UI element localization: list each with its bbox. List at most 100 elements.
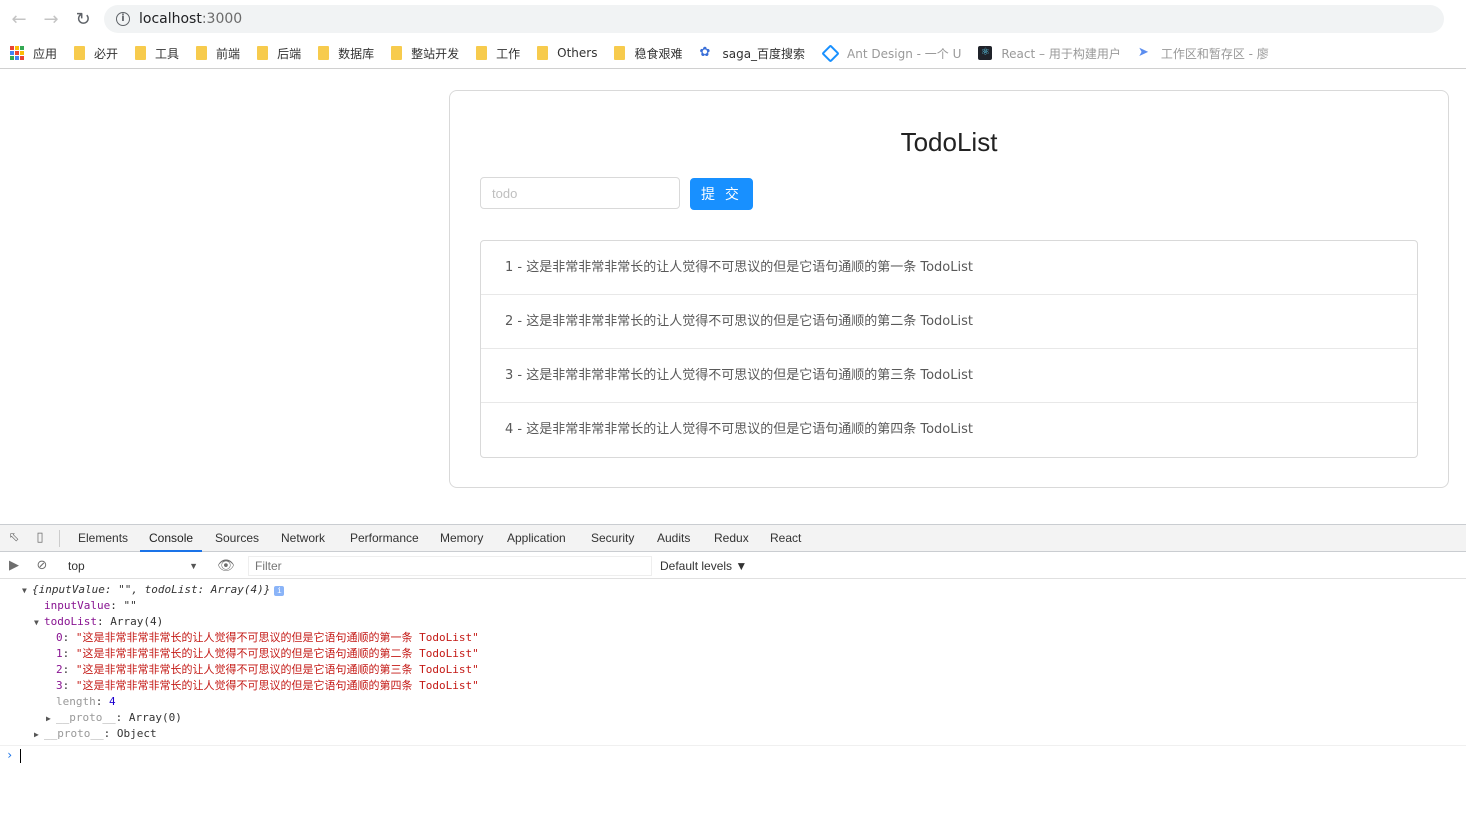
bookmark-liaoxuefeng[interactable]: ➤ 工作区和暂存区 - 廖	[1138, 45, 1269, 62]
bookmark-folder[interactable]: 前端	[196, 45, 240, 62]
array-index: 0	[56, 631, 63, 644]
array-value: "这是非常非常非常长的让人觉得不可思议的但是它语句通顺的第四条 TodoList…	[75, 679, 479, 692]
console-prompt[interactable]: ›	[0, 745, 1466, 765]
rocket-icon: ➤	[1137, 45, 1149, 60]
log-levels-select[interactable]: Default levels ▼	[660, 556, 747, 576]
bookmark-label: 整站开发	[411, 46, 460, 61]
devtools-tab-bar: ⬁ ▯ Elements Console Sources Network Per…	[0, 525, 1466, 552]
prompt-chevron-icon: ›	[6, 748, 14, 762]
bookmark-folder[interactable]: 工作	[476, 45, 520, 62]
array-value: "这是非常非常非常长的让人觉得不可思议的但是它语句通顺的第三条 TodoList…	[75, 663, 479, 676]
todolist-card: TodoList 提 交 1 - 这是非常非常非常长的让人觉得不可思议的但是它语…	[449, 90, 1449, 488]
bookmark-label: saga_百度搜索	[722, 46, 806, 61]
console-toolbar: ▶ ⊘ top ▼ 👁 Default levels ▼	[0, 553, 1466, 579]
property-value: 4	[109, 695, 116, 708]
bookmark-label: 工具	[155, 46, 180, 61]
console-object-summary[interactable]: ▼ {inputValue: "", todoList: Array(4)} i	[22, 582, 285, 599]
property-key: __proto__	[56, 711, 116, 724]
page-title: TodoList	[900, 127, 998, 157]
tab-elements[interactable]: Elements	[78, 525, 128, 552]
folder-icon	[135, 46, 147, 60]
back-arrow-icon[interactable]: ←	[8, 8, 30, 30]
url-field[interactable]: i localhost:3000	[104, 5, 1444, 33]
context-select[interactable]: top ▼	[62, 556, 202, 576]
tab-network[interactable]: Network	[281, 525, 325, 552]
bookmark-label: Others	[557, 46, 598, 60]
bookmark-label: 工作区和暂存区 - 廖	[1160, 46, 1269, 61]
bookmark-ant-design[interactable]: Ant Design - 一个 U	[821, 43, 962, 63]
tab-redux[interactable]: Redux	[714, 525, 749, 552]
console-length-row: length: 4	[56, 695, 116, 708]
device-toolbar-icon[interactable]: ▯	[32, 530, 48, 546]
bookmark-folder[interactable]: 稳食艰难	[614, 45, 682, 62]
expand-triangle-icon[interactable]: ▼	[34, 615, 44, 631]
property-key: length	[56, 695, 96, 708]
tab-react[interactable]: React	[770, 525, 801, 552]
expand-triangle-icon[interactable]: ▼	[22, 583, 32, 599]
folder-icon	[537, 46, 549, 60]
bookmark-apps[interactable]: 应用	[10, 45, 57, 62]
live-expression-eye-icon[interactable]: 👁	[217, 558, 235, 574]
bookmark-react[interactable]: ⚛ React – 用于构建用户	[978, 45, 1121, 62]
url-port: :3000	[201, 11, 243, 27]
bookmark-label: 工作	[496, 46, 521, 61]
divider	[59, 530, 60, 547]
console-array-entry: 1: "这是非常非常非常长的让人觉得不可思议的但是它语句通顺的第二条 TodoL…	[56, 647, 479, 660]
bookmark-folder[interactable]: 必开	[74, 45, 118, 62]
text-cursor	[20, 749, 21, 763]
bookmarks-bar: 应用 必开 工具 前端 后端 数据库 整站开发 工作 Others 稳食艰难 ✿…	[0, 38, 1466, 69]
bookmark-label: 数据库	[338, 46, 375, 61]
submit-button[interactable]: 提 交	[690, 178, 753, 210]
tab-application[interactable]: Application	[507, 525, 566, 552]
devtools-panel: ⬁ ▯ Elements Console Sources Network Per…	[0, 524, 1466, 817]
sidebar-toggle-icon[interactable]: ▶	[6, 558, 22, 574]
property-key: todoList	[44, 615, 97, 628]
list-item[interactable]: 1 - 这是非常非常非常长的让人觉得不可思议的但是它语句通顺的第一条 TodoL…	[481, 241, 1417, 295]
bookmark-label: 稳食艰难	[634, 46, 683, 61]
inspect-element-icon[interactable]: ⬁	[6, 530, 22, 546]
site-info-icon[interactable]: i	[116, 12, 130, 26]
url-text[interactable]: localhost:3000	[139, 11, 242, 27]
console-proto-row[interactable]: ▶ __proto__: Array(0)	[46, 710, 182, 726]
forward-arrow-icon[interactable]: →	[40, 8, 62, 30]
list-item[interactable]: 4 - 这是非常非常非常长的让人觉得不可思议的但是它语句通顺的第四条 TodoL…	[481, 403, 1417, 457]
reload-icon[interactable]: ↻	[72, 8, 94, 30]
tab-sources[interactable]: Sources	[215, 525, 259, 552]
tab-security[interactable]: Security	[591, 525, 634, 552]
apps-icon	[10, 46, 24, 60]
collapsed-triangle-icon[interactable]: ▶	[34, 727, 44, 743]
folder-icon	[257, 46, 269, 60]
filter-input[interactable]	[248, 556, 652, 576]
bookmark-folder[interactable]: 数据库	[318, 45, 374, 62]
list-item[interactable]: 3 - 这是非常非常非常长的让人觉得不可思议的但是它语句通顺的第三条 TodoL…	[481, 349, 1417, 403]
console-property-row[interactable]: ▼ todoList: Array(4)	[34, 614, 163, 630]
folder-icon	[614, 46, 626, 60]
list-item[interactable]: 2 - 这是非常非常非常长的让人觉得不可思议的但是它语句通顺的第二条 TodoL…	[481, 295, 1417, 349]
console-array-entry: 2: "这是非常非常非常长的让人觉得不可思议的但是它语句通顺的第三条 TodoL…	[56, 663, 479, 676]
tab-memory[interactable]: Memory	[440, 525, 483, 552]
array-index: 2	[56, 663, 63, 676]
property-value: Array(4)	[110, 615, 164, 628]
ant-design-icon	[821, 43, 840, 63]
array-index: 1	[56, 647, 63, 660]
tab-console[interactable]: Console	[140, 525, 203, 552]
console-array-entry: 3: "这是非常非常非常长的让人觉得不可思议的但是它语句通顺的第四条 TodoL…	[56, 679, 479, 692]
bookmark-baidu[interactable]: ✿ saga_百度搜索	[699, 45, 805, 62]
folder-icon	[318, 46, 330, 60]
todo-input[interactable]	[480, 177, 680, 209]
bookmark-label: 必开	[94, 46, 119, 61]
bookmark-folder[interactable]: 工具	[135, 45, 179, 62]
console-proto-row[interactable]: ▶ __proto__: Object	[34, 726, 157, 742]
bookmark-folder[interactable]: 整站开发	[391, 45, 459, 62]
url-host: localhost	[139, 11, 202, 27]
clear-console-icon[interactable]: ⊘	[34, 558, 50, 574]
bookmark-label: Ant Design - 一个 U	[847, 46, 962, 61]
array-value: "这是非常非常非常长的让人觉得不可思议的但是它语句通顺的第二条 TodoList…	[75, 647, 479, 660]
bookmark-folder[interactable]: 后端	[257, 45, 301, 62]
collapsed-triangle-icon[interactable]: ▶	[46, 711, 56, 727]
tab-performance[interactable]: Performance	[350, 525, 419, 552]
tab-audits[interactable]: Audits	[657, 525, 690, 552]
bookmark-folder[interactable]: Others	[537, 46, 597, 60]
react-icon: ⚛	[978, 46, 993, 60]
array-value: "这是非常非常非常长的让人觉得不可思议的但是它语句通顺的第一条 TodoList…	[75, 631, 479, 644]
